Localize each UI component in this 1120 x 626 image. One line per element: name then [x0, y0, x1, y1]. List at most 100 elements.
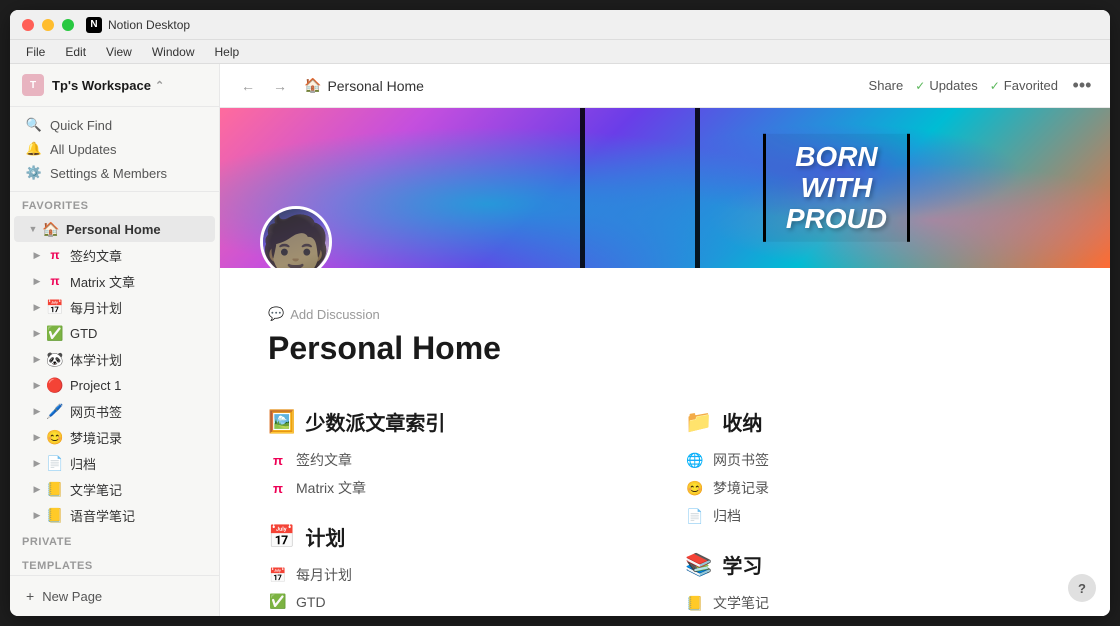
menu-window[interactable]: Window — [144, 43, 203, 61]
collection-icon: 📁 — [685, 409, 712, 435]
sidebar-bottom: + New Page — [10, 575, 219, 616]
help-button[interactable]: ? — [1068, 574, 1096, 602]
check-icon: ✓ — [915, 79, 925, 93]
page-icon: 🏠 — [304, 77, 321, 94]
close-button[interactable] — [22, 19, 34, 31]
plan-title: 计划 — [305, 522, 345, 551]
plan-section-header: 📅 计划 — [268, 522, 645, 551]
bookmark-icon: 🖊️ — [46, 402, 64, 420]
sidebar-item-gtd[interactable]: ▶ ✅ GTD — [14, 320, 215, 346]
quick-find-button[interactable]: 🔍 Quick Find — [14, 113, 215, 137]
archive-right-label: 归档 — [713, 506, 741, 526]
sidebar-item-bookmarks[interactable]: ▶ 🖊️ 网页书签 — [14, 398, 215, 424]
favorites-label: FAVORITES — [10, 192, 219, 216]
app-window: N Notion Desktop File Edit View Window H… — [10, 10, 1110, 616]
workspace-switcher[interactable]: T Tp's Workspace ⌃ — [10, 64, 219, 107]
bookmark-label: 网页书签 — [70, 402, 122, 421]
study-icon: 🐼 — [46, 350, 64, 368]
favorited-label: Favorited — [1004, 78, 1058, 93]
share-button[interactable]: Share — [869, 78, 904, 93]
sidebar-item-monthly[interactable]: ▶ 📅 每月计划 — [14, 294, 215, 320]
avatar-image: 🧑 — [263, 209, 329, 268]
collection-section-header: 📁 收纳 — [685, 407, 1062, 436]
content-item-archive-right[interactable]: 📄 归档 — [685, 502, 1062, 530]
content-item-monthly[interactable]: 📅 每月计划 — [268, 561, 645, 589]
menu-view[interactable]: View — [98, 43, 140, 61]
breadcrumb: 🏠 Personal Home — [304, 77, 424, 94]
workspace-icon: T — [22, 74, 44, 96]
minimize-button[interactable] — [42, 19, 54, 31]
archive-icon: 📄 — [685, 508, 705, 525]
dream-icon: 😊 — [685, 480, 705, 497]
new-page-button[interactable]: + New Page — [18, 584, 211, 608]
plus-icon: + — [26, 588, 34, 604]
bell-icon: 🔔 — [26, 141, 42, 157]
page-scroll[interactable]: BORN WITH PROUD 🧑 — [220, 108, 1110, 616]
forward-button[interactable]: → — [268, 74, 292, 98]
menu-help[interactable]: Help — [207, 43, 248, 61]
web-bookmarks-label: 网页书签 — [713, 450, 769, 470]
page-title: Personal Home — [268, 330, 1062, 367]
search-icon: 🔍 — [26, 117, 42, 133]
private-label: PRIVATE — [10, 528, 219, 552]
expand-arrow: ▼ — [26, 222, 40, 236]
sidebar-item-dream[interactable]: ▶ 😊 梦境记录 — [14, 424, 215, 450]
sidebar-item-qianyu[interactable]: ▶ π 签约文章 — [14, 242, 215, 268]
expand-arrow: ▶ — [30, 300, 44, 314]
page-header: 💬 Add Discussion Personal Home — [220, 268, 1110, 367]
expand-arrow: ▶ — [30, 326, 44, 340]
app-body: T Tp's Workspace ⌃ 🔍 Quick Find 🔔 All Up… — [10, 64, 1110, 616]
gtd-icon: ✅ — [46, 324, 64, 342]
favorited-button[interactable]: ✓ Favorited — [990, 78, 1058, 93]
quick-find-label: Quick Find — [50, 118, 112, 133]
sidebar-item-project1[interactable]: ▶ 🔴 Project 1 — [14, 372, 215, 398]
monthly-icon: 📅 — [46, 298, 64, 316]
avatar-silhouette: 🧑 — [260, 213, 332, 268]
monthly-item-label: 每月计划 — [296, 565, 352, 585]
page-banner: BORN WITH PROUD 🧑 — [220, 108, 1110, 268]
sidebar-item-personal-home[interactable]: ▼ 🏠 Personal Home — [14, 216, 215, 242]
menu-edit[interactable]: Edit — [57, 43, 94, 61]
workspace-name: Tp's Workspace — [52, 78, 151, 93]
back-button[interactable]: ← — [236, 74, 260, 98]
updates-button[interactable]: ✓ Updates — [915, 78, 977, 93]
expand-arrow: ▶ — [30, 352, 44, 366]
literature-icon: 📒 — [685, 595, 705, 612]
content-item-matrix[interactable]: π Matrix 文章 — [268, 474, 645, 502]
settings-label: Settings & Members — [50, 166, 167, 181]
content-item-literature[interactable]: 📒 文学笔记 — [685, 589, 1062, 616]
content-item-web-bookmarks[interactable]: 🌐 网页书签 — [685, 446, 1062, 474]
gear-icon: ⚙️ — [26, 165, 42, 181]
menu-file[interactable]: File — [18, 43, 53, 61]
literature-item-label: 文学笔记 — [713, 593, 769, 613]
maximize-button[interactable] — [62, 19, 74, 31]
content-item-qianyu[interactable]: π 签约文章 — [268, 446, 645, 474]
project-label: Project 1 — [70, 378, 121, 393]
sidebar-item-matrix[interactable]: ▶ π Matrix 文章 — [14, 268, 215, 294]
all-updates-button[interactable]: 🔔 All Updates — [14, 137, 215, 161]
learning-icon: 📚 — [685, 552, 712, 578]
content-item-gtd[interactable]: ✅ GTD — [268, 589, 645, 614]
sidebar-item-literature[interactable]: ▶ 📒 文学笔记 — [14, 476, 215, 502]
add-discussion-button[interactable]: 💬 Add Discussion — [268, 306, 1062, 322]
dream-label: 梦境记录 — [70, 428, 122, 447]
banner-text-line3: PROUD — [786, 203, 887, 234]
matrix-icon: π — [268, 481, 288, 496]
comment-icon: 💬 — [268, 306, 284, 322]
sidebar: T Tp's Workspace ⌃ 🔍 Quick Find 🔔 All Up… — [10, 64, 220, 616]
sidebar-item-study-plan[interactable]: ▶ 🐼 体学计划 — [14, 346, 215, 372]
top-bar: ← → 🏠 Personal Home Share ✓ Updates ✓ Fa… — [220, 64, 1110, 108]
sidebar-item-language[interactable]: ▶ 📒 语音学笔记 — [14, 502, 215, 528]
sidebar-item-archive[interactable]: ▶ 📄 归档 — [14, 450, 215, 476]
content-item-dream-record[interactable]: 😊 梦境记录 — [685, 474, 1062, 502]
sidebar-actions: 🔍 Quick Find 🔔 All Updates ⚙️ Settings &… — [10, 107, 219, 192]
banner-background — [220, 108, 1110, 268]
add-discussion-label: Add Discussion — [290, 307, 380, 322]
expand-arrow: ▶ — [30, 404, 44, 418]
dream-icon: 😊 — [46, 428, 64, 446]
personal-home-label: Personal Home — [66, 222, 161, 237]
more-options-button[interactable]: ••• — [1070, 74, 1094, 98]
monthly-label: 每月计划 — [70, 298, 122, 317]
expand-arrow: ▶ — [30, 378, 44, 392]
settings-button[interactable]: ⚙️ Settings & Members — [14, 161, 215, 185]
